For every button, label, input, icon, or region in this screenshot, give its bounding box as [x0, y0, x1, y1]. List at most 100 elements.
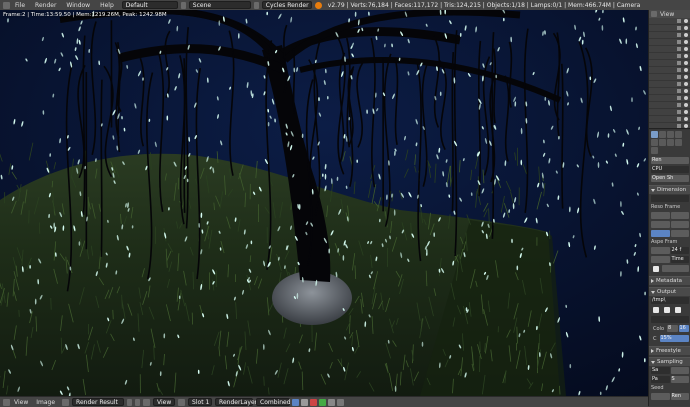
- visibility-eye-icon[interactable]: [684, 75, 688, 79]
- outliner-row[interactable]: [649, 109, 690, 116]
- restrict-select-icon[interactable]: [677, 40, 681, 44]
- outliner[interactable]: View: [649, 10, 690, 130]
- channel-z-icon[interactable]: [337, 398, 345, 406]
- resolution-y-field[interactable]: [651, 221, 670, 228]
- image-close-icon[interactable]: [135, 398, 141, 406]
- view-pin-icon[interactable]: [143, 398, 151, 406]
- image-name-field[interactable]: Render Result: [72, 398, 125, 406]
- resolution-x-field[interactable]: [651, 212, 670, 219]
- visibility-eye-icon[interactable]: [684, 117, 688, 121]
- restrict-select-icon[interactable]: [677, 89, 681, 93]
- visibility-eye-icon[interactable]: [684, 26, 688, 30]
- visibility-eye-icon[interactable]: [684, 68, 688, 72]
- seed-field[interactable]: [651, 393, 670, 400]
- render-button[interactable]: Ren: [651, 157, 689, 164]
- menu-help[interactable]: Help: [95, 2, 119, 9]
- restrict-select-icon[interactable]: [677, 82, 681, 86]
- render-tab-icon[interactable]: [651, 131, 658, 138]
- outliner-row[interactable]: [649, 25, 690, 32]
- outliner-row[interactable]: [649, 53, 690, 60]
- view-mode-selector[interactable]: View: [153, 398, 176, 406]
- frame-start-field[interactable]: [670, 212, 689, 219]
- layout-selector[interactable]: Default: [121, 1, 178, 9]
- integrator-selector[interactable]: Pa: [651, 376, 670, 383]
- outliner-row[interactable]: [649, 39, 690, 46]
- visibility-eye-icon[interactable]: [684, 82, 688, 86]
- material-tab-icon[interactable]: [675, 139, 682, 146]
- frame-step-field[interactable]: [670, 230, 689, 237]
- overwrite-checkbox[interactable]: [653, 307, 659, 313]
- restrict-select-icon[interactable]: [677, 26, 681, 30]
- menu-window[interactable]: Window: [61, 2, 95, 9]
- resolution-percent-field[interactable]: [651, 230, 670, 237]
- editor-type-icon[interactable]: [3, 1, 10, 9]
- outliner-row[interactable]: [649, 81, 690, 88]
- visibility-eye-icon[interactable]: [684, 103, 688, 107]
- render-layers-tab-icon[interactable]: [659, 131, 666, 138]
- view-toggle-icon[interactable]: [178, 398, 186, 406]
- visibility-eye-icon[interactable]: [684, 40, 688, 44]
- render-pass-selector[interactable]: Combined: [256, 398, 291, 406]
- outliner-row[interactable]: [649, 46, 690, 53]
- restrict-select-icon[interactable]: [677, 61, 681, 65]
- menu-image[interactable]: Image: [32, 399, 59, 406]
- world-tab-icon[interactable]: [675, 131, 682, 138]
- bit-depth-8-button[interactable]: 8: [667, 325, 678, 332]
- outliner-row[interactable]: [649, 102, 690, 109]
- bit-depth-16-button[interactable]: 16: [678, 325, 689, 332]
- open-shading-language-toggle[interactable]: Open Sh: [651, 175, 689, 182]
- cache-result-checkbox[interactable]: [675, 307, 681, 313]
- visibility-eye-icon[interactable]: [684, 47, 688, 51]
- menu-render[interactable]: Render: [30, 2, 61, 9]
- fake-user-icon[interactable]: [127, 398, 133, 406]
- sampling-panel-header[interactable]: Sampling: [649, 357, 690, 366]
- menu-view[interactable]: View: [10, 399, 32, 406]
- outliner-row[interactable]: [649, 32, 690, 39]
- visibility-eye-icon[interactable]: [684, 124, 688, 128]
- restrict-select-icon[interactable]: [677, 47, 681, 51]
- slot-selector[interactable]: Slot 1: [188, 398, 213, 406]
- dimensions-panel-header[interactable]: Dimension: [649, 185, 690, 194]
- image-browse-icon[interactable]: [62, 398, 70, 406]
- render-samples-field[interactable]: Ren: [670, 393, 689, 400]
- visibility-eye-icon[interactable]: [684, 54, 688, 58]
- visibility-eye-icon[interactable]: [684, 19, 688, 23]
- visibility-eye-icon[interactable]: [684, 110, 688, 114]
- menu-file[interactable]: File: [10, 2, 30, 9]
- sampling-add-button[interactable]: [670, 367, 689, 374]
- outliner-row[interactable]: [649, 67, 690, 74]
- channel-red-icon[interactable]: [310, 398, 318, 406]
- freestyle-panel-header[interactable]: Freestyle: [649, 346, 690, 355]
- render-presets[interactable]: [651, 195, 689, 202]
- restrict-select-icon[interactable]: [677, 54, 681, 58]
- restrict-select-icon[interactable]: [677, 124, 681, 128]
- restrict-select-icon[interactable]: [677, 33, 681, 37]
- scene-tab-icon[interactable]: [667, 131, 674, 138]
- file-extensions-checkbox[interactable]: [664, 307, 670, 313]
- device-selector[interactable]: CPU: [651, 166, 689, 173]
- render-layer-selector[interactable]: RenderLayer: [215, 398, 257, 406]
- frame-rate-selector[interactable]: 24 f: [670, 247, 689, 254]
- sampling-presets[interactable]: Sa: [651, 367, 670, 374]
- output-panel-header[interactable]: Output: [649, 287, 690, 296]
- visibility-eye-icon[interactable]: [684, 61, 688, 65]
- layout-add-icon[interactable]: [180, 1, 186, 9]
- aspect-x-field[interactable]: [651, 247, 670, 254]
- channel-blue-icon[interactable]: [328, 398, 336, 406]
- render-result-viewport[interactable]: Frame:2 | Time:13:59.50 | Mem:1219.26M, …: [0, 10, 648, 396]
- outliner-row[interactable]: [649, 116, 690, 123]
- editor-type-icon-2[interactable]: [3, 398, 10, 406]
- file-format-selector[interactable]: [651, 316, 689, 323]
- frame-end-field[interactable]: [670, 221, 689, 228]
- outliner-row[interactable]: [649, 88, 690, 95]
- visibility-eye-icon[interactable]: [684, 33, 688, 37]
- restrict-select-icon[interactable]: [677, 103, 681, 107]
- outliner-row[interactable]: [649, 60, 690, 67]
- display-channels-alpha-icon[interactable]: [301, 398, 309, 406]
- outliner-row[interactable]: [649, 18, 690, 25]
- outliner-view-menu[interactable]: View: [660, 11, 674, 18]
- modifiers-tab-icon[interactable]: [667, 139, 674, 146]
- compression-field[interactable]: 15%: [659, 335, 689, 342]
- restrict-select-icon[interactable]: [677, 75, 681, 79]
- restrict-select-icon[interactable]: [677, 110, 681, 114]
